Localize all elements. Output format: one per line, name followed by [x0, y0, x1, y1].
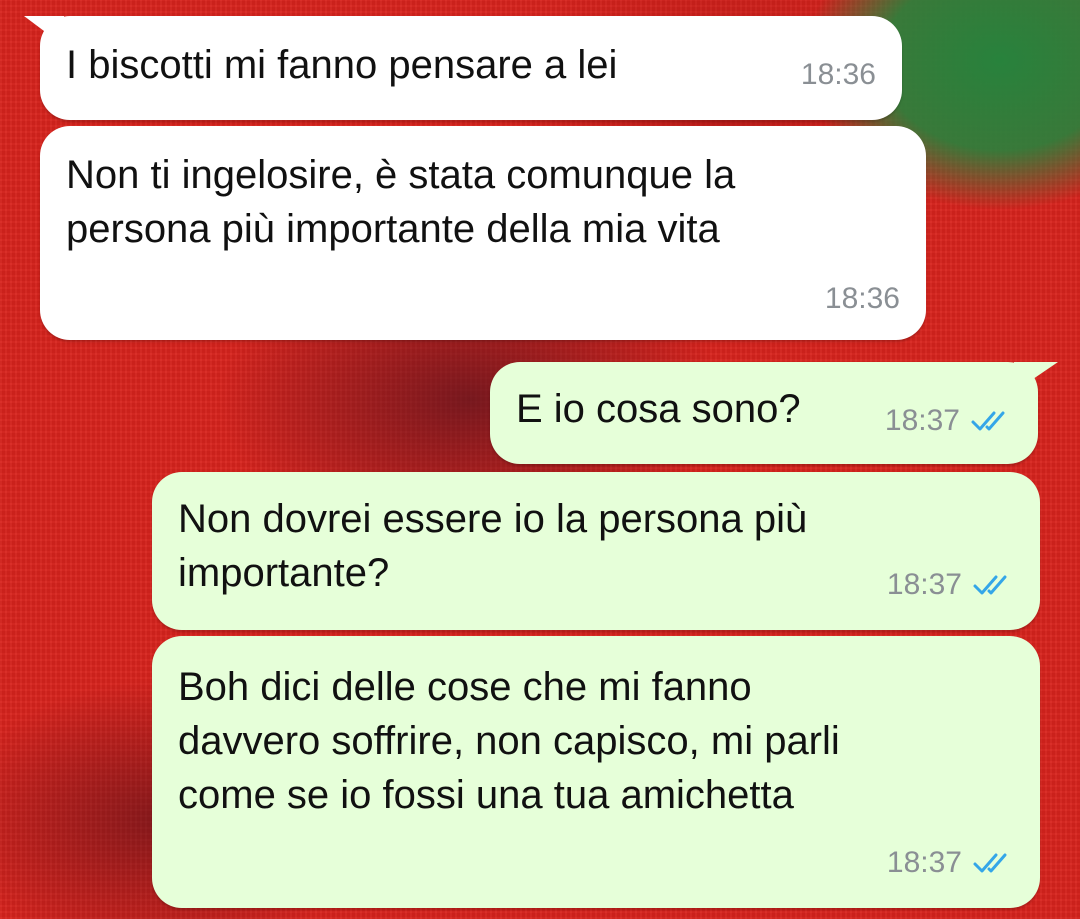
message-meta: 18:37 [887, 558, 1014, 612]
incoming-message-bubble[interactable]: I biscotti mi fanno pensare a lei 18:36 [24, 16, 902, 120]
message-timestamp: 18:36 [800, 58, 876, 91]
message-timestamp: 18:36 [824, 282, 900, 315]
outgoing-message-bubble[interactable]: Non dovrei essere io la persona più impo… [152, 472, 1040, 630]
bubble-tail-icon [24, 16, 64, 46]
outgoing-message-bubble[interactable]: Boh dici delle cose che mi fanno davvero… [152, 636, 1040, 908]
message-timestamp: 18:37 [886, 846, 962, 879]
message-text: I biscotti mi fanno pensare a lei [66, 43, 618, 87]
message-meta: 18:36 [825, 272, 900, 326]
double-check-icon [971, 411, 1005, 431]
double-check-icon [973, 575, 1007, 595]
message-meta: 18:36 [801, 48, 876, 102]
double-check-icon [973, 853, 1007, 873]
outgoing-message-bubble[interactable]: E io cosa sono? 18:37 [490, 362, 1058, 464]
bubble-tail-icon [1014, 362, 1058, 392]
message-timestamp: 18:37 [884, 404, 960, 437]
message-text: Boh dici delle cose che mi fanno davvero… [178, 665, 840, 817]
message-timestamp: 18:37 [886, 568, 962, 601]
message-meta: 18:37 [885, 394, 1012, 448]
incoming-message-bubble[interactable]: Non ti ingelosire, è stata comunque la p… [40, 126, 926, 340]
message-text: Non ti ingelosire, è stata comunque la p… [66, 153, 736, 251]
message-meta: 18:37 [887, 836, 1014, 890]
